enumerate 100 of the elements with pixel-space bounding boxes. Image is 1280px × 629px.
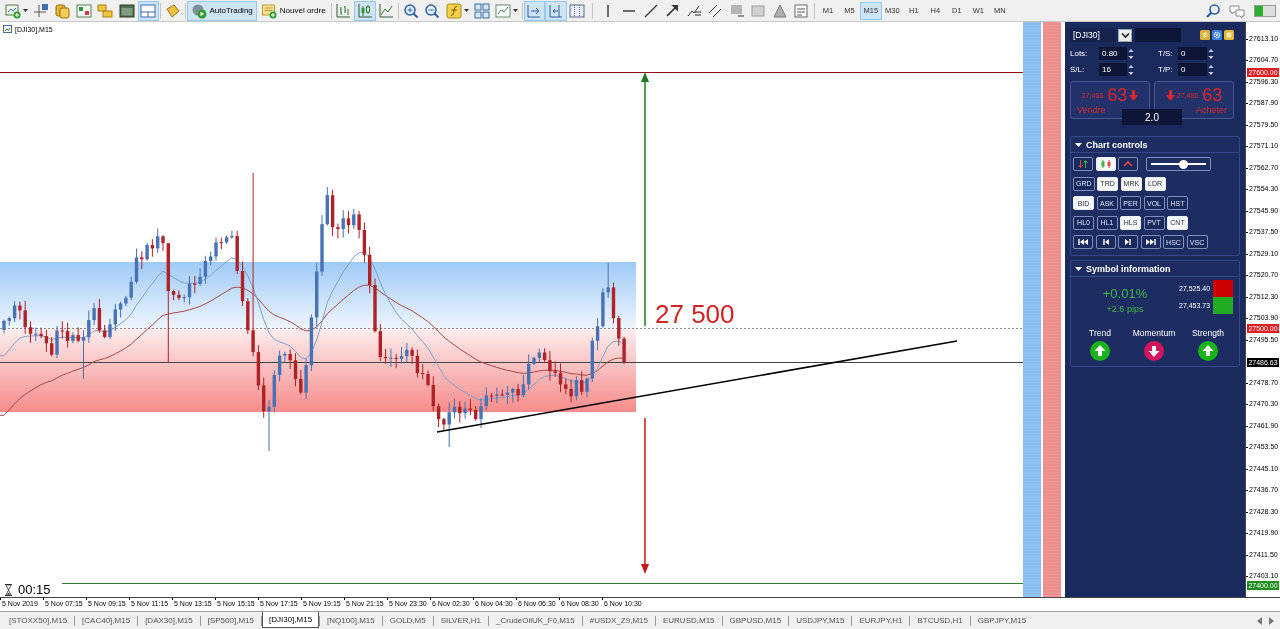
section-title: Chart controls — [1086, 139, 1148, 150]
horizontal-line-icon — [623, 9, 636, 12]
symbol-dropdown[interactable]: [DJI30] — [1070, 28, 1116, 42]
last-bar-button[interactable] — [1140, 235, 1161, 249]
channel-icon — [708, 3, 723, 18]
skip-first-icon — [1077, 237, 1089, 247]
step-forward-icon — [1122, 237, 1134, 247]
scroll-left-icon[interactable] — [1257, 617, 1262, 625]
search-icon — [1204, 2, 1221, 19]
text-box-icon — [793, 2, 810, 19]
skip-last-icon — [1144, 237, 1157, 247]
zoom-out-icon — [424, 2, 441, 19]
dropdown-caret-icon — [22, 9, 28, 12]
crosshair-icon — [32, 2, 49, 19]
input-field[interactable]: 0.80 — [1099, 47, 1127, 60]
square-icon[interactable] — [1224, 30, 1234, 40]
field-label: Lots: — [1070, 49, 1089, 58]
window-icon — [118, 2, 135, 19]
chart-tab[interactable]: USDJPY,M15 — [789, 613, 852, 628]
signal-label: Momentum — [1132, 328, 1176, 338]
triangle-icon — [771, 2, 788, 19]
chart-tab[interactable]: GOLD,M5 — [382, 613, 433, 628]
dropdown-caret-icon — [463, 9, 469, 12]
chart-tab[interactable]: [CAC40],M15 — [75, 613, 138, 628]
caret-up-icon — [1122, 159, 1134, 169]
vertical-line-icon — [606, 4, 609, 17]
chart-tab[interactable]: [SP500],M15 — [200, 613, 261, 628]
swap-button[interactable] — [1073, 157, 1093, 171]
first-bar-button[interactable] — [1073, 235, 1093, 249]
chart-tab[interactable]: GBPUSD,M15 — [722, 613, 789, 628]
chart-tab[interactable]: GBPJPY,M15 — [970, 613, 1034, 628]
chart-tab[interactable]: EURJPY,H1 — [852, 613, 910, 628]
field-label: S/L: — [1070, 65, 1086, 74]
caret-down-icon[interactable] — [1075, 266, 1082, 271]
input-field[interactable]: 0 — [1178, 47, 1207, 60]
zoom-in-icon — [402, 2, 419, 19]
split-window-icon — [140, 2, 157, 19]
caret-down-icon[interactable] — [1075, 142, 1082, 147]
pips-change: +2.6 pips — [1106, 304, 1144, 314]
candles-icon — [1099, 159, 1112, 169]
chart-tab[interactable]: [DAX30],M15 — [138, 613, 200, 628]
chart-tab[interactable]: EURUSD,M15 — [655, 613, 722, 628]
play-badge-icon — [190, 2, 207, 19]
candles-button[interactable] — [1095, 157, 1116, 171]
candlestick-button[interactable] — [354, 0, 376, 21]
dropdown-button[interactable] — [1118, 28, 1132, 42]
layout-button[interactable] — [137, 0, 159, 21]
chart-shift-icon — [547, 2, 564, 19]
input-field[interactable] — [1135, 28, 1181, 42]
section-title: Symbol information — [1086, 263, 1171, 274]
scroll-icon — [164, 2, 181, 19]
slider-track[interactable] — [1145, 157, 1211, 171]
field-label: T/P: — [1158, 65, 1174, 74]
line-chart-icon — [378, 2, 395, 19]
autotrading-button[interactable]: AutoTrading — [186, 0, 257, 21]
dropdown-caret-icon — [513, 9, 519, 12]
swap-arrows-icon — [1077, 159, 1089, 169]
volume-field[interactable]: 2.0 — [1122, 109, 1182, 125]
function-icon — [445, 2, 462, 19]
link-icon[interactable] — [1200, 30, 1210, 40]
new-order-button[interactable]: Nouvel ordre — [256, 0, 330, 21]
arrow-down-icon — [1129, 89, 1139, 101]
autoscroll-icon — [526, 2, 543, 19]
chart-tab[interactable]: [DJI30],M15 — [261, 612, 320, 628]
note-plus-icon — [260, 2, 277, 19]
autoscroll-button[interactable] — [523, 0, 546, 21]
candlestick-icon — [356, 2, 373, 19]
chart-tab[interactable]: BTCUSD,H1 — [910, 613, 970, 628]
chart-template-icon — [495, 2, 512, 19]
input-field[interactable]: 16 — [1099, 63, 1127, 76]
folders-icon — [97, 2, 114, 19]
slider-thumb[interactable] — [1179, 159, 1188, 169]
chart-tab[interactable]: SILVER,H1 — [433, 613, 488, 628]
previous-bar-button[interactable] — [1095, 235, 1116, 249]
chart-window-icon — [75, 2, 92, 19]
chart-tab[interactable]: _CrudeOilUK_F0,M15 — [489, 613, 582, 628]
collapse-button[interactable] — [1118, 157, 1138, 171]
chart-tab[interactable]: [NQ100],M15 — [320, 613, 382, 628]
signal-label: Strength — [1191, 328, 1225, 338]
shaded-box-icon — [728, 2, 745, 19]
chat-bubbles-icon — [1229, 2, 1246, 19]
price-annotation: 27 500 — [655, 299, 735, 329]
next-bar-button[interactable] — [1118, 235, 1138, 249]
chart-icon — [3, 25, 12, 33]
scroll-right-icon[interactable] — [1269, 617, 1274, 625]
chart-shift-button[interactable] — [545, 0, 567, 21]
arrow-icon — [665, 4, 679, 17]
chart-tab[interactable]: #USDX_Z9,M15 — [582, 613, 655, 628]
settings-icon[interactable] — [1212, 30, 1222, 40]
arrow-down-icon — [1165, 89, 1175, 101]
bar-chart-icon — [335, 2, 352, 19]
signal-label: Trend — [1089, 328, 1111, 338]
chevron-down-icon — [1120, 31, 1130, 39]
coins-icon — [54, 2, 71, 19]
indicators-button[interactable] — [443, 0, 472, 21]
connection-status-icon — [1254, 4, 1276, 17]
chart-tab[interactable]: [STOXX50],M15 — [2, 613, 75, 628]
percent-change: +0.01% — [1102, 286, 1148, 301]
input-field[interactable]: 0 — [1178, 63, 1207, 76]
tile-windows-button[interactable] — [471, 0, 493, 21]
